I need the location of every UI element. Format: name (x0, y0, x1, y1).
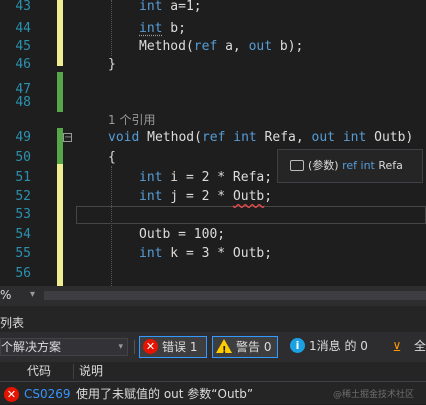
code-line: 46 } (0, 54, 426, 76)
chevron-down-icon[interactable]: ▾ (30, 289, 35, 300)
code-line: 48 (0, 92, 426, 114)
info-icon: i (290, 338, 305, 353)
code-editor[interactable]: 1 个引用 − 43 int a=1; 44 int b; 45 Method(… (0, 0, 426, 286)
panel-title: 列表 (0, 316, 25, 330)
line-number: 46 (15, 57, 31, 72)
code-line: 49 void Method(ref int Refa, out int Out… (0, 127, 426, 149)
column-header-code[interactable]: 代码 (27, 362, 51, 381)
line-number: 50 (15, 150, 31, 165)
error-icon: ✕ (143, 339, 158, 354)
error-code-link[interactable]: CS0269 (24, 384, 71, 404)
scope-label: 个解决方案 (1, 340, 62, 354)
line-number: 55 (15, 246, 31, 261)
error-list-header: 代码 说明 (0, 362, 426, 382)
column-header-description[interactable]: 说明 (79, 362, 103, 381)
scope-dropdown[interactable]: 个解决方案 ▾ (0, 338, 128, 356)
line-number: 48 (15, 95, 31, 110)
messages-filter-button[interactable]: i 1消息 的 0 (290, 336, 374, 358)
line-number: 43 (15, 0, 31, 14)
code-line: 56 (0, 263, 426, 285)
warning-icon: ! (216, 338, 232, 356)
error-list-panel: 列表 个解决方案 ▾ ✕ 错误 1 ! 警告 0 i 1消息 的 0 ⊻ 全 代码 说… (0, 306, 426, 404)
watermark: @稀土掘金技术社区 (332, 390, 414, 400)
code-line: 55 int k = 3 * Outb; (0, 243, 426, 265)
quickinfo-tooltip: (参数) ref int Refa (277, 149, 423, 183)
divider (134, 340, 135, 354)
column-divider (73, 364, 74, 379)
error-description: 使用了未赋值的 out 参数“Outb” (76, 387, 254, 401)
editor-status-bar: % ▾ (0, 286, 426, 306)
parameter-icon (290, 159, 304, 171)
errors-filter-button[interactable]: ✕ 错误 1 (139, 336, 207, 358)
line-number: 56 (15, 266, 31, 281)
warnings-filter-button[interactable]: ! 警告 0 (212, 336, 278, 358)
error-squiggle[interactable]: Outb (233, 189, 264, 204)
error-list-toolbar: 个解决方案 ▾ ✕ 错误 1 ! 警告 0 i 1消息 的 0 ⊻ 全 (0, 332, 426, 362)
build-filter-dropdown[interactable]: 全 (414, 336, 426, 358)
filter-icon[interactable]: ⊻ (387, 338, 407, 356)
error-icon: ✕ (4, 387, 19, 402)
table-row[interactable]: ✕ CS0269 使用了未赋值的 out 参数“Outb” @稀土掘金技术社区 (0, 384, 426, 404)
line-number: 49 (15, 130, 31, 145)
code-line: 53 (0, 204, 426, 226)
line-number: 53 (15, 207, 31, 222)
chevron-down-icon: ▾ (118, 342, 123, 352)
zoom-level[interactable]: % (0, 288, 11, 302)
code-line: 43 int a=1; (0, 0, 426, 18)
horizontal-scrollbar[interactable] (44, 291, 426, 300)
